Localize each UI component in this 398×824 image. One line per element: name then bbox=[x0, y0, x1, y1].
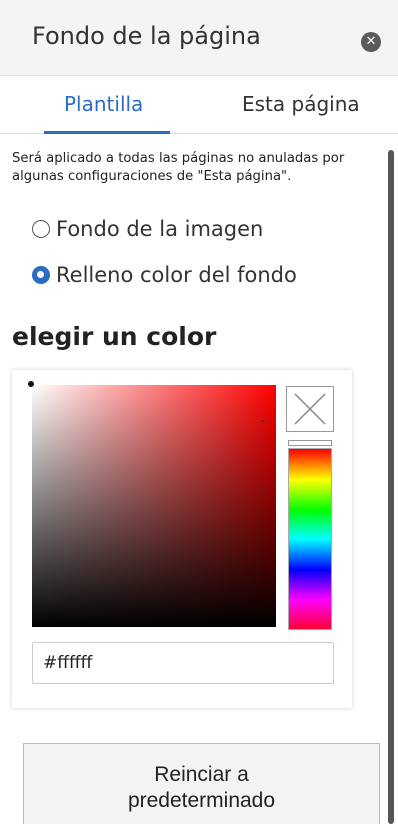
tab-plantilla[interactable]: Plantilla bbox=[64, 92, 143, 116]
color-picker: #ffffff bbox=[12, 370, 352, 708]
panel-header: Fondo de la página ✕ bbox=[0, 0, 398, 76]
tab-esta-pagina[interactable]: Esta página bbox=[242, 92, 360, 116]
hue-slider-handle[interactable] bbox=[288, 440, 332, 446]
tab-bar: Plantilla Esta página bbox=[0, 76, 398, 134]
option-label: Fondo de la imagen bbox=[56, 217, 264, 241]
reset-button-line1: Reinciar a bbox=[154, 763, 249, 786]
description-text: Será aplicado a todas las páginas no anu… bbox=[12, 151, 345, 184]
panel-title: Fondo de la página bbox=[32, 22, 261, 50]
radio-button[interactable] bbox=[32, 220, 50, 238]
scrollbar[interactable] bbox=[388, 150, 394, 824]
hex-color-input[interactable]: #ffffff bbox=[32, 642, 334, 684]
close-circle-icon[interactable]: ✕ bbox=[361, 32, 381, 52]
picker-marker bbox=[264, 486, 266, 488]
option-background-image[interactable]: Fondo de la imagen bbox=[32, 217, 263, 241]
option-label: Relleno color del fondo bbox=[56, 263, 297, 287]
section-title: elegir un color bbox=[12, 322, 217, 351]
x-icon[interactable] bbox=[286, 386, 334, 432]
reset-button-line2: predeterminado bbox=[127, 789, 276, 812]
color-handle[interactable] bbox=[27, 380, 35, 388]
reset-button[interactable]: Reinciar a predeterminado bbox=[23, 743, 380, 824]
option-fill-color[interactable]: Relleno color del fondo bbox=[32, 263, 297, 287]
active-tab-indicator bbox=[44, 131, 170, 134]
radio-button-checked[interactable] bbox=[32, 266, 50, 284]
picker-marker bbox=[262, 420, 264, 422]
hue-slider[interactable] bbox=[288, 448, 332, 630]
saturation-value-area[interactable] bbox=[32, 385, 276, 627]
